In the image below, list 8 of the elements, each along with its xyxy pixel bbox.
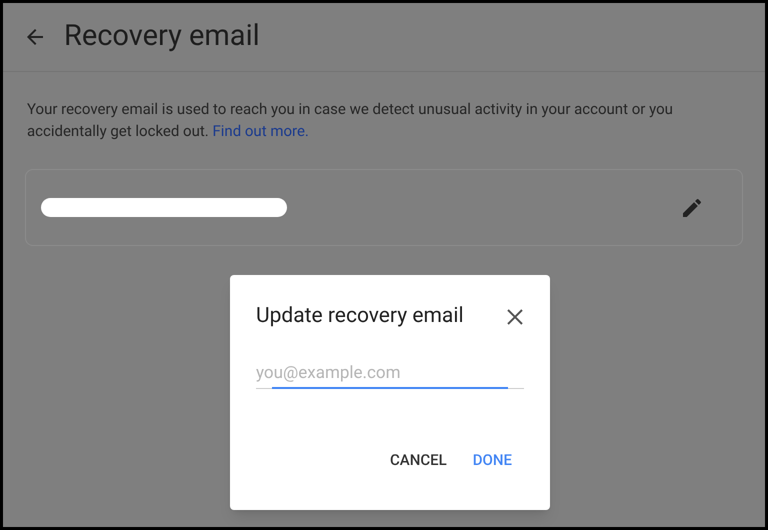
close-icon[interactable] [506, 308, 524, 326]
page-title: Recovery email [64, 18, 260, 56]
email-input-field[interactable]: you@example.com [256, 358, 524, 388]
description-text: Your recovery email is used to reach you in case we detect unusual activity in your account or you accidentally get locked out. Find out more. [26, 99, 674, 142]
find-out-more-link[interactable]: Find out more. [212, 122, 309, 140]
dialog-title: Update recovery email [256, 303, 464, 330]
cancel-button[interactable]: CANCEL [390, 448, 447, 471]
done-button[interactable]: DONE [472, 448, 512, 471]
